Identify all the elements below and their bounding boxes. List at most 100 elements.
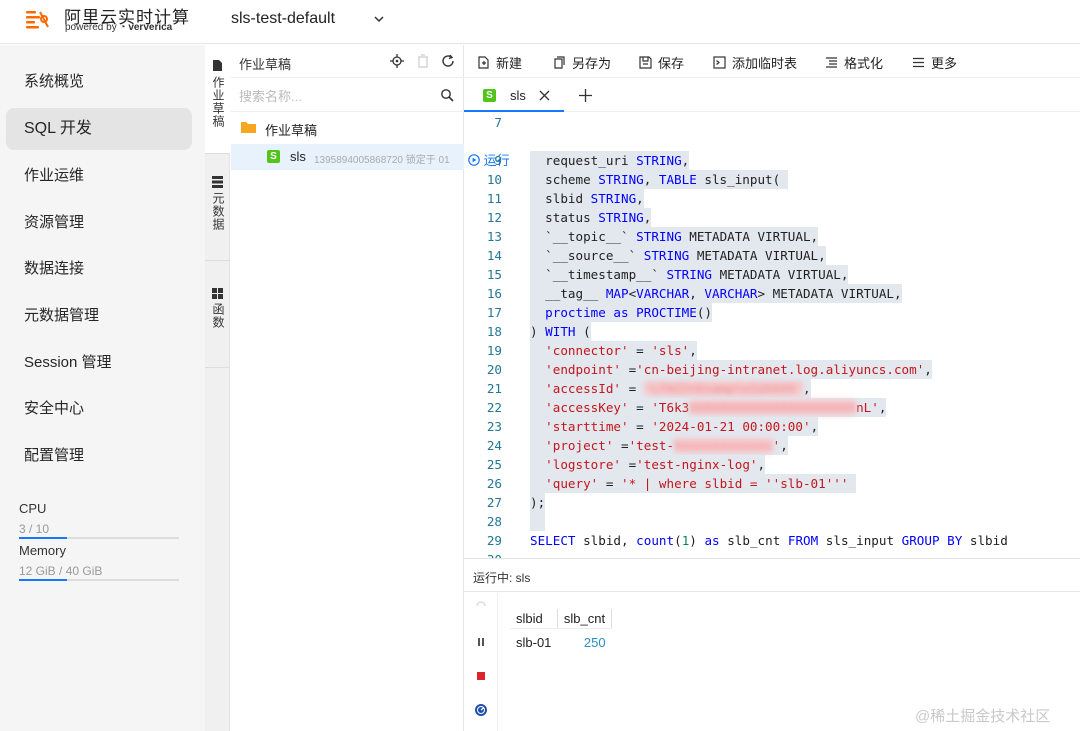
line-number: 27 [486,495,502,510]
redacted-access-key: XXXXXXXXXXXXXXXXXXXXXX [689,400,857,415]
close-icon[interactable] [539,90,550,101]
sql-identifier: slb_cnt [719,533,788,548]
code-text: 'endpoint' ='cn-beijing-intranet.log.ali… [530,360,932,379]
nav-item-config-management[interactable]: 配置管理 [6,435,192,477]
nav-item-job-operations[interactable]: 作业运维 [6,155,192,197]
sql-file-icon: S [267,150,280,163]
search-input[interactable] [239,86,429,106]
line-number: 21 [486,381,502,396]
terminal-icon [713,56,726,69]
sql-punct: , [643,172,652,187]
save-label: 保存 [658,56,685,71]
code-text: 'project' ='test-hxxxxxxxxxxxx', [530,436,788,455]
nav-item-resource-management[interactable]: 资源管理 [6,202,192,244]
code-line: 17 proctime as PROCTIME() [464,303,1080,322]
sql-identifier: sls_input [818,533,902,548]
tab-sls[interactable]: S sls [464,79,564,112]
line-number: 9 [494,153,502,168]
nav-item-system-overview[interactable]: 系统概览 [6,61,192,103]
top-bar: 阿里云实时计算 powered by ◔ ververica sls-test-… [0,0,1080,44]
line-number: 30 [464,550,502,558]
nav-item-sql-development[interactable]: SQL 开发 [6,108,192,150]
trash-icon[interactable] [416,54,430,68]
sql-string: 'project' [530,438,614,453]
code-line: 13 `__topic__` STRING METADATA VIRTUAL, [464,227,1080,246]
vtab-job-drafts[interactable]: 作业草稿 [205,45,230,153]
editor-toolbar: 新建 另存为 保存 添加临时表 格式化 更多 [464,45,1080,78]
sql-identifier: `__source__` [530,248,644,263]
cpu-usage-bar [19,537,179,539]
code-line: 30 [464,550,1080,558]
line-number: 23 [486,419,502,434]
sql-string: '2024-01-21 00:00:00' [651,419,811,434]
code-line: 26 'query' = '* | where slbid = ''slb-01… [464,474,1080,493]
sql-punct: , [780,438,788,453]
sql-punct: = [621,362,637,377]
cpu-usage-fill [19,537,67,539]
folder-label: 作业草稿 [265,123,318,138]
nav-item-session-management[interactable]: Session 管理 [6,342,192,384]
stop-icon[interactable] [474,669,488,683]
sql-keyword: STRING [643,248,690,263]
sql-string: 'test-nginx-log' [636,457,758,472]
results-table: slbid slb_cnt slb-01 250 [510,609,613,657]
sql-keyword: as [605,305,637,320]
sql-identifier: slbid [962,533,1008,548]
table-header-row: slbid slb_cnt [510,609,613,629]
vtab-label: 元数据 [211,192,225,231]
new-button[interactable]: 新建 [477,53,522,72]
workspace-selector[interactable]: sls-test-default [231,10,335,28]
file-icon [213,60,222,71]
add-temp-table-button[interactable]: 添加临时表 [713,53,797,72]
vtab-functions[interactable]: 函数 [205,261,230,367]
sql-punct: , [636,191,644,206]
sql-identifier: scheme [530,172,599,187]
locate-icon[interactable] [390,54,404,68]
sql-punct: = [628,400,652,415]
table-row: slb-01 250 [510,629,612,657]
line-number: 20 [486,362,502,377]
new-button-label: 新建 [496,56,523,71]
nav-item-data-connections[interactable]: 数据连接 [6,248,192,290]
nav-item-metadata-management[interactable]: 元数据管理 [6,295,192,337]
save-as-button[interactable]: 另存为 [553,53,611,72]
search-icon[interactable] [440,88,454,102]
code-line: 18) WITH ( [464,322,1080,341]
add-tab-icon[interactable] [579,89,592,102]
sql-string: 'logstore' [530,457,621,472]
vtab-metadata[interactable]: 元数据 [205,154,230,260]
code-line: 11 slbid STRING, [464,189,1080,208]
line-number: 28 [486,514,502,529]
format-button[interactable]: 格式化 [825,53,883,72]
sql-keyword: VARCHAR [636,286,690,301]
more-button[interactable]: 更多 [912,53,957,72]
sql-punct: = [621,381,644,396]
sql-code-editor[interactable]: 7 运行 CREATE TEMPORARY TABLE sls_input( 9… [464,113,1080,558]
loading-spinner-icon [476,601,486,607]
dashboard-gauge-icon[interactable] [474,703,488,717]
watermark: @稀土掘金技术社区 [915,708,1051,725]
nav-item-security-center[interactable]: 安全中心 [6,388,192,430]
folder-row[interactable]: 作业草稿 [231,113,464,143]
sql-identifier: request_uri [530,153,637,168]
sql-string: 'connector' [530,343,629,358]
column-header-slbid[interactable]: slbid [510,609,558,629]
sql-string: nL' [856,400,879,415]
refresh-icon[interactable] [441,54,455,68]
code-line: 9 request_uri STRING, [464,151,1080,170]
code-text: 'starttime' = '2024-01-21 00:00:00', [530,417,819,436]
copy-icon [554,56,565,69]
save-icon [639,56,652,69]
sql-punct: = [621,457,637,472]
line-number: 12 [486,210,502,225]
pause-icon[interactable] [474,635,488,649]
line-number: 10 [486,172,502,187]
draft-file-row[interactable]: S sls 1395894005868720 锁定于 01 [231,144,464,170]
column-header-slb-cnt[interactable]: slb_cnt [557,609,613,629]
line-number: 7 [494,115,502,130]
save-button[interactable]: 保存 [639,53,684,72]
sql-keyword: as [704,533,720,548]
sql-string: 'test- [628,438,675,453]
format-label: 格式化 [844,56,884,71]
chevron-down-icon[interactable] [372,12,386,26]
